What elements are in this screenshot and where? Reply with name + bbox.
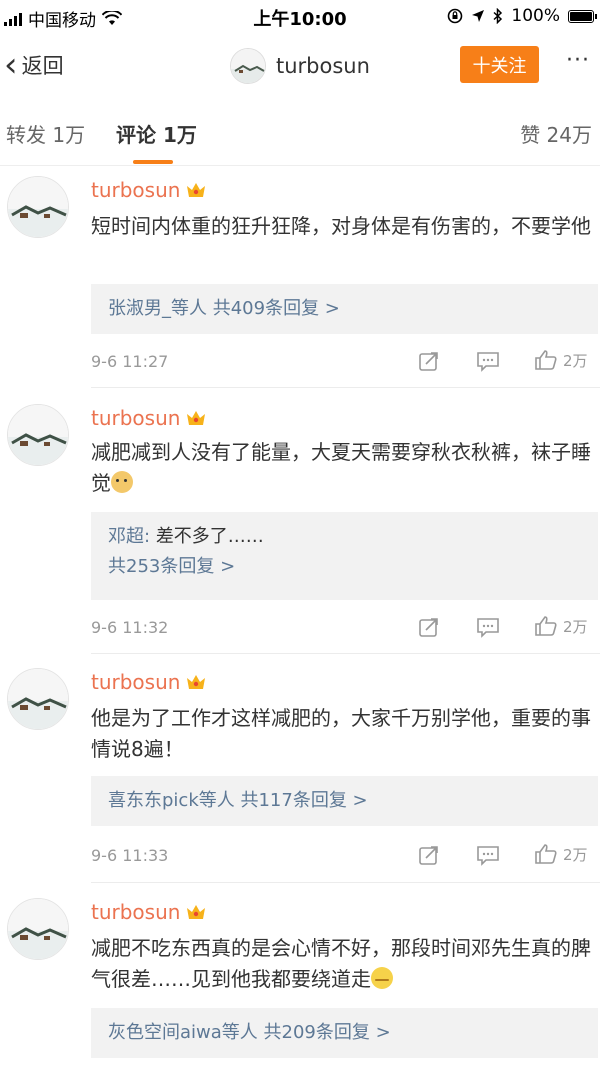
nav-title: turbosun [230,48,370,84]
avatar [230,48,266,84]
comment-username[interactable]: turbosun [91,178,207,202]
comment-text-content: 减肥不吃东西真的是会心情不好，那段时间邓先生真的脾气很差……见到他我都要绕道走 [91,936,591,991]
replies-box[interactable]: 张淑男_等人 共409条回复 > [91,284,598,334]
comment-text: 减肥不吃东西真的是会心情不好，那段时间邓先生真的脾气很差……见到他我都要绕道走 [91,933,596,995]
battery-percent: 100% [511,6,560,26]
reply-button[interactable] [476,844,500,866]
vip-crown-icon [187,411,206,425]
follow-button[interactable]: 十关注 [460,46,539,83]
username-text: turbosun [91,670,181,694]
back-label: 返回 [21,54,64,78]
replies-box[interactable]: 灰色空间aiwa等人 共209条回复 > [91,1008,598,1058]
comment-text-content: 减肥减到人没有了能量，大夏天需要穿秋衣秋裤，袜子睡觉 [91,440,591,495]
lock-rotation-icon [448,8,463,24]
thumbs-up-icon [535,616,557,636]
like-button[interactable]: 2万 [534,348,588,372]
divider [91,882,600,883]
reply-preview: 邓超: 差不多了…… [108,522,581,552]
back-button[interactable]: ‹ 返回 [4,45,64,85]
like-count: 2万 [563,617,588,636]
like-button[interactable]: 2万 [534,614,588,638]
share-icon [419,618,438,637]
share-icon [419,846,438,865]
chevron-left-icon: ‹ [4,45,18,85]
nav-bar: ‹ 返回 turbosun 十关注 ··· [0,34,600,98]
more-button[interactable]: ··· [566,48,590,73]
replies-link[interactable]: 张淑男_等人 共409条回复 > [108,298,340,319]
tab-repost[interactable]: 转发 1万 [6,119,85,148]
doge-emoji-icon [111,471,133,493]
tab-bar: 转发 1万 评论 1万 赞 24万 [0,98,600,166]
divider [91,387,600,388]
battery-icon [568,9,597,23]
avatar[interactable] [7,898,69,960]
location-arrow-icon [472,10,485,22]
nav-username: turbosun [276,54,370,78]
avatar[interactable] [7,668,69,730]
comment-icon [477,352,499,372]
tab-likes[interactable]: 赞 24万 [520,119,592,148]
like-count: 2万 [563,845,588,864]
divider [91,653,600,654]
comment-text: 短时间内体重的狂升狂降，对身体是有伤害的，不要学他 [91,214,591,238]
replies-link[interactable]: 共253条回复 > [108,556,235,577]
replies-link[interactable]: 灰色空间aiwa等人 共209条回复 > [108,1022,391,1043]
like-button[interactable]: 2万 [534,842,588,866]
reply-button[interactable] [476,350,500,372]
thumbs-up-icon [535,844,557,864]
username-text: turbosun [91,406,181,430]
comment-username[interactable]: turbosun [91,900,207,924]
repost-button[interactable] [418,616,440,638]
replies-link[interactable]: 喜东东pick等人 共117条回复 > [108,790,368,811]
avatar[interactable] [7,176,69,238]
reply-text: 差不多了…… [155,526,264,547]
vip-crown-icon [187,675,206,689]
comment-time: 9-6 11:27 [91,352,169,371]
replies-box[interactable]: 邓超: 差不多了…… 共253条回复 > [91,512,598,600]
repost-button[interactable] [418,844,440,866]
thumbs-up-icon [535,350,557,370]
username-text: turbosun [91,900,181,924]
active-tab-indicator [133,160,173,164]
share-icon [419,352,438,371]
vip-crown-icon [187,905,206,919]
comment-username[interactable]: turbosun [91,670,207,694]
comment-icon [477,846,499,866]
comment-text: 减肥减到人没有了能量，大夏天需要穿秋衣秋裤，袜子睡觉 [91,437,596,499]
repost-button[interactable] [418,350,440,372]
vip-crown-icon [187,183,206,197]
like-count: 2万 [563,351,588,370]
comment-time: 9-6 11:32 [91,618,169,637]
status-bar: 中国移动 上午10:00 100% [0,0,600,34]
tab-comments[interactable]: 评论 1万 [116,119,197,148]
comment-text: 他是为了工作才这样减肥的，大家千万别学他，重要的事情说8遍！ [91,706,591,761]
reply-button[interactable] [476,616,500,638]
bluetooth-icon [493,8,503,24]
username-text: turbosun [91,178,181,202]
comment-time: 9-6 11:33 [91,846,169,865]
avatar[interactable] [7,404,69,466]
replies-box[interactable]: 喜东东pick等人 共117条回复 > [91,776,598,826]
sweat-smile-emoji-icon [371,967,393,989]
comment-username[interactable]: turbosun [91,406,207,430]
reply-author[interactable]: 邓超: [108,526,150,547]
comment-icon [477,618,499,638]
